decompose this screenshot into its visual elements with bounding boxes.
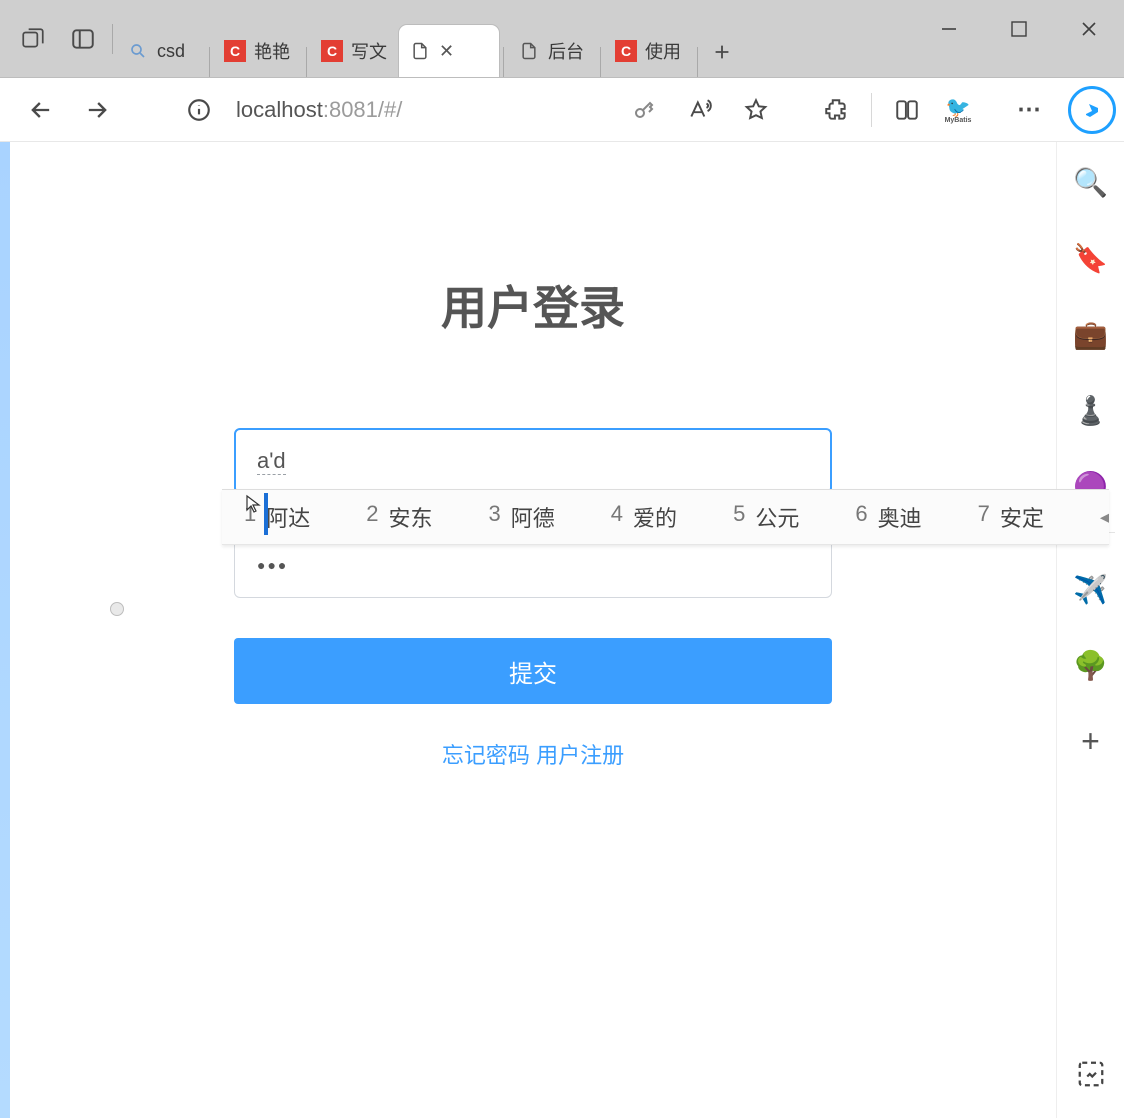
address-bar-row: localhost:8081/#/ 🐦 MyBatis ⋯ [0, 78, 1124, 142]
csdn-favicon-icon: C [321, 40, 343, 62]
split-screen-icon[interactable] [882, 85, 932, 135]
ime-candidate-7[interactable]: 7安定 [978, 501, 1044, 533]
close-tab-icon[interactable]: ✕ [439, 41, 454, 62]
address-host: localhost [236, 97, 323, 122]
sidebar-send-icon[interactable]: ✈️ [1071, 569, 1111, 609]
tab-label: 写文 [351, 38, 387, 64]
sidebar-search-icon[interactable]: 🔍 [1071, 162, 1111, 202]
sidebar-tree-icon[interactable]: 🌳 [1071, 645, 1111, 685]
ime-selection-cursor [264, 493, 268, 535]
separator [503, 47, 504, 77]
ime-candidate-5[interactable]: 5公元 [733, 501, 799, 533]
vertical-tabs-icon[interactable] [58, 14, 108, 64]
sidebar-capture-icon[interactable] [1076, 1059, 1106, 1094]
sidebar-briefcase-icon[interactable]: 💼 [1071, 314, 1111, 354]
separator [306, 47, 307, 77]
separator [600, 47, 601, 77]
ime-candidate-6[interactable]: 6奥迪 [855, 501, 921, 533]
read-aloud-icon[interactable] [675, 85, 725, 135]
login-links: 忘记密码 用户注册 [234, 738, 832, 770]
tab-search[interactable]: csd [117, 25, 205, 77]
tab-label: 后台 [548, 38, 584, 64]
favorite-star-icon[interactable] [731, 85, 781, 135]
ime-candidate-2[interactable]: 2安东 [366, 501, 432, 533]
window-maximize-button[interactable] [984, 0, 1054, 58]
tab-actions-icon[interactable] [8, 14, 58, 64]
browser-tab-strip: csd C 艳艳 C 写文 ✕ 后台 [0, 0, 1124, 78]
address-url[interactable]: localhost:8081/#/ [230, 97, 408, 123]
tab-label: 使用 [645, 38, 681, 64]
sidebar-chess-icon[interactable]: ♟️ [1071, 390, 1111, 430]
separator [112, 24, 113, 54]
new-tab-button[interactable] [702, 27, 742, 77]
tab-csdn-1[interactable]: C 艳艳 [214, 25, 302, 77]
window-close-button[interactable] [1054, 0, 1124, 58]
submit-button[interactable]: 提交 [234, 638, 832, 704]
password-mask: ●●● [257, 557, 288, 573]
nav-back-button[interactable] [16, 85, 66, 135]
tab-csdn-3[interactable]: C 使用 [605, 25, 693, 77]
tab-label: 艳艳 [254, 38, 290, 64]
forgot-password-link[interactable]: 忘记密码 [442, 743, 530, 768]
nav-forward-button[interactable] [72, 85, 122, 135]
tab-label: csd [157, 41, 185, 62]
decorative-dot [110, 602, 124, 616]
address-path: :8081/#/ [323, 97, 403, 122]
desktop-edge [0, 142, 10, 1118]
tab-csdn-2[interactable]: C 写文 [311, 25, 399, 77]
ime-more-arrow-icon[interactable]: ◂ [1100, 504, 1109, 530]
tabstrip-left-controls [8, 0, 117, 77]
sidebar-tag-icon[interactable]: 🔖 [1071, 238, 1111, 278]
separator [209, 47, 210, 77]
separator [697, 47, 698, 77]
username-value: a'd [257, 448, 286, 475]
extensions-icon[interactable] [811, 85, 861, 135]
search-icon [127, 40, 149, 62]
mybatis-ext-icon[interactable]: 🐦 MyBatis [938, 90, 978, 130]
tab-active-localhost[interactable]: ✕ [399, 25, 499, 77]
window-minimize-button[interactable] [914, 0, 984, 58]
tab-backend[interactable]: 后台 [508, 25, 596, 77]
page-viewport: 用户登录 a'd ●●● 提交 忘记密码 用户注册 [10, 142, 1056, 1118]
site-info-icon[interactable] [174, 85, 224, 135]
csdn-favicon-icon: C [224, 40, 246, 62]
separator [871, 93, 872, 127]
sidebar-plus-icon[interactable]: + [1071, 721, 1111, 761]
bing-sidebar-button[interactable] [1068, 86, 1116, 134]
edge-sidebar: 🔍 🔖 💼 ♟️ 🟣 ✈️ 🌳 + [1056, 142, 1124, 1118]
passwords-icon[interactable] [619, 85, 669, 135]
ime-candidate-3[interactable]: 3阿德 [489, 501, 555, 533]
file-icon [518, 40, 540, 62]
page-title: 用户登录 [234, 272, 832, 338]
register-link[interactable]: 用户注册 [536, 743, 624, 768]
csdn-favicon-icon: C [615, 40, 637, 62]
mouse-cursor-icon [245, 494, 261, 519]
more-menu-icon[interactable]: ⋯ [1004, 85, 1054, 135]
username-field[interactable]: a'd [234, 428, 832, 494]
file-icon [409, 40, 431, 62]
ime-candidate-4[interactable]: 4爱的 [611, 501, 677, 533]
ime-candidate-bar[interactable]: 1阿达 2安东 3阿德 4爱的 5公元 6奥迪 7安定 ◂ [222, 489, 1109, 545]
window-controls [914, 0, 1124, 58]
